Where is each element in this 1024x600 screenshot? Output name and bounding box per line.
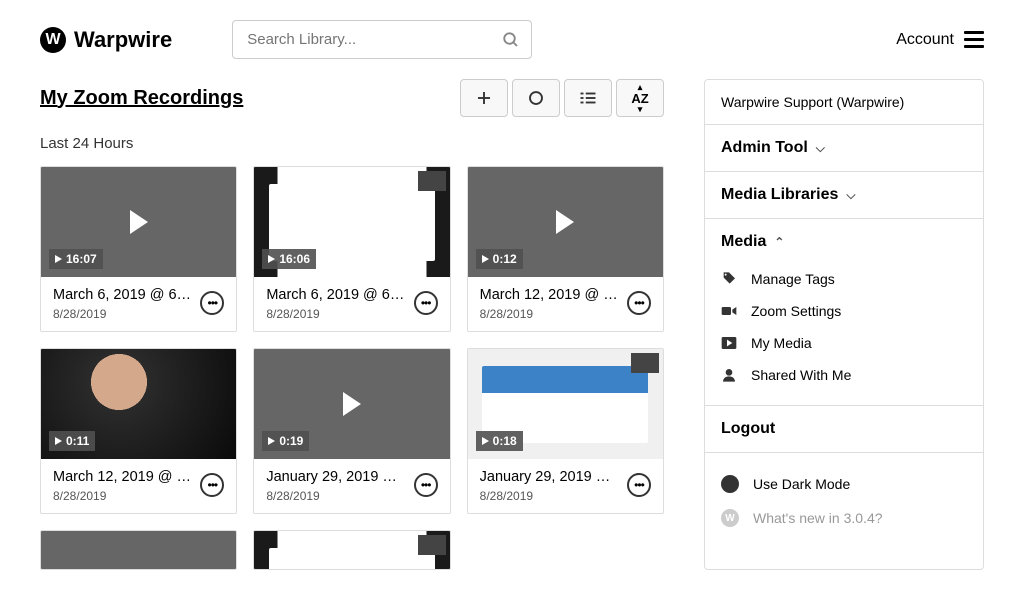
more-options-button[interactable]: ••• xyxy=(414,473,438,497)
sidebar-admin-tool[interactable]: Admin Tool ⌵ xyxy=(705,125,983,172)
person-icon xyxy=(721,367,737,383)
brand-icon: W xyxy=(40,27,66,53)
sidebar-support-title: Warpwire Support (Warpwire) xyxy=(721,94,967,110)
warpwire-mini-icon: W xyxy=(721,509,739,527)
video-date: 8/28/2019 xyxy=(480,307,619,321)
chevron-down-icon: ⌵ xyxy=(816,141,825,156)
video-card[interactable]: 0:12March 12, 2019 @ 1:...8/28/2019••• xyxy=(467,166,664,332)
video-title: January 29, 2019 @ ... xyxy=(480,469,619,485)
video-title: March 6, 2019 @ 6:1... xyxy=(53,287,192,303)
dark-mode-icon xyxy=(721,475,739,493)
account-label: Account xyxy=(896,31,954,49)
dark-mode-toggle[interactable]: Use Dark Mode xyxy=(721,467,967,501)
search-input[interactable] xyxy=(232,20,532,59)
hamburger-icon xyxy=(964,31,984,48)
video-card[interactable]: 0:19January 29, 2019 @ ...8/28/2019••• xyxy=(253,348,450,514)
sidebar-item-shared-with-me[interactable]: Shared With Me xyxy=(721,359,967,391)
video-title: March 12, 2019 @ 1:... xyxy=(53,469,192,485)
video-card[interactable]: 0:18January 29, 2019 @ ...8/28/2019••• xyxy=(467,348,664,514)
sidebar-logout[interactable]: Logout xyxy=(705,406,983,453)
video-card[interactable]: 16:07March 6, 2019 @ 6:1...8/28/2019••• xyxy=(40,166,237,332)
section-label: Last 24 Hours xyxy=(40,135,664,152)
tag-icon xyxy=(721,271,737,287)
video-title: March 12, 2019 @ 1:... xyxy=(480,287,619,303)
sidebar-item-my-media[interactable]: My Media xyxy=(721,327,967,359)
sort-button[interactable]: ▴AZ▾ xyxy=(616,79,664,117)
video-title: January 29, 2019 @ ... xyxy=(266,469,405,485)
brand-logo[interactable]: W Warpwire xyxy=(40,27,172,53)
more-options-button[interactable]: ••• xyxy=(200,291,224,315)
video-card[interactable] xyxy=(253,530,450,570)
sidebar-item-manage-tags[interactable]: Manage Tags xyxy=(721,263,967,295)
video-date: 8/28/2019 xyxy=(53,489,192,503)
video-date: 8/28/2019 xyxy=(53,307,192,321)
video-card[interactable]: 0:11March 12, 2019 @ 1:...8/28/2019••• xyxy=(40,348,237,514)
video-card[interactable]: 16:06March 6, 2019 @ 6:1...8/28/2019••• xyxy=(253,166,450,332)
more-options-button[interactable]: ••• xyxy=(627,473,651,497)
add-button[interactable] xyxy=(460,79,508,117)
video-grid: 16:07March 6, 2019 @ 6:1...8/28/2019•••1… xyxy=(40,166,664,570)
toolbar: ▴AZ▾ xyxy=(460,79,664,117)
video-date: 8/28/2019 xyxy=(266,489,405,503)
video-date: 8/28/2019 xyxy=(480,489,619,503)
chevron-up-icon: ⌃ xyxy=(774,235,784,249)
video-title: March 6, 2019 @ 6:1... xyxy=(266,287,405,303)
play-icon xyxy=(721,335,737,351)
chevron-down-icon: ⌵ xyxy=(846,188,855,203)
video-card[interactable] xyxy=(40,530,237,570)
whats-new-link[interactable]: W What's new in 3.0.4? xyxy=(721,501,967,535)
more-options-button[interactable]: ••• xyxy=(627,291,651,315)
record-button[interactable] xyxy=(512,79,560,117)
more-options-button[interactable]: ••• xyxy=(414,291,438,315)
header: W Warpwire Account xyxy=(0,0,1024,79)
search-box xyxy=(232,20,532,59)
search-icon[interactable] xyxy=(502,31,520,49)
brand-name: Warpwire xyxy=(74,27,172,53)
camera-icon xyxy=(721,303,737,319)
more-options-button[interactable]: ••• xyxy=(200,473,224,497)
page-title[interactable]: My Zoom Recordings xyxy=(40,87,243,110)
account-menu[interactable]: Account xyxy=(896,31,984,49)
video-date: 8/28/2019 xyxy=(266,307,405,321)
sidebar-media-header[interactable]: Media ⌃ xyxy=(721,233,967,251)
sidebar-item-zoom-settings[interactable]: Zoom Settings xyxy=(721,295,967,327)
sidebar-media-libraries[interactable]: Media Libraries ⌵ xyxy=(705,172,983,219)
list-view-button[interactable] xyxy=(564,79,612,117)
sidebar: Warpwire Support (Warpwire) Admin Tool ⌵… xyxy=(704,79,984,570)
